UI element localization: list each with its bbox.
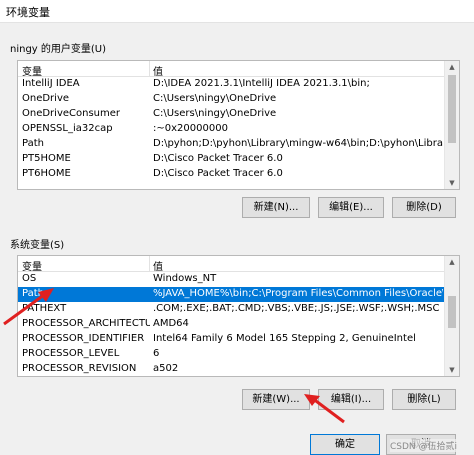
column-separator[interactable] (149, 61, 150, 76)
user-vars-col-variable[interactable]: 变量 (22, 63, 42, 78)
variable-value: 6 (153, 348, 160, 359)
scroll-thumb[interactable] (448, 75, 456, 143)
ok-button[interactable]: 确定 (310, 434, 380, 455)
table-row[interactable]: PT5HOME D:\Cisco Packet Tracer 6.0 (18, 152, 459, 167)
scroll-up-icon[interactable]: ▲ (445, 256, 459, 268)
variable-name: Path (22, 138, 44, 149)
variable-name: OneDrive (22, 93, 70, 104)
system-delete-button[interactable]: 删除(L) (392, 389, 456, 410)
variable-name: PROCESSOR_REVISION (22, 363, 137, 374)
watermark: CSDN @伍拾贰i (390, 439, 458, 452)
user-vars-scrollbar[interactable]: ▲ ▼ (444, 61, 459, 189)
table-row[interactable]: OS Windows_NT (18, 272, 459, 287)
variable-name: OPENSSL_ia32cap (22, 123, 113, 134)
window-title: 环境变量 (6, 6, 50, 19)
table-row-selected[interactable]: Path %JAVA_HOME%\bin;C:\Program Files\Co… (18, 287, 459, 302)
annotation-arrow-icon (304, 394, 345, 424)
table-row[interactable]: PROCESSOR_IDENTIFIER Intel64 Family 6 Mo… (18, 332, 459, 347)
table-row[interactable]: PT6HOME D:\Cisco Packet Tracer 6.0 (18, 167, 459, 182)
variable-name: PROCESSOR_IDENTIFIER (22, 333, 145, 344)
system-vars-list[interactable]: 变量 值 OS Windows_NT Path %JAVA_HOME%\bin;… (17, 255, 460, 377)
scroll-up-icon[interactable]: ▲ (445, 61, 459, 73)
variable-value: D:\pyhon;D:\pyhon\Library\mingw-w64\bin;… (153, 138, 443, 149)
variable-name: PT5HOME (22, 153, 71, 164)
variable-value: D:\Cisco Packet Tracer 6.0 (153, 168, 283, 179)
system-vars-label: 系统变量(S) (10, 240, 65, 251)
user-vars-label: ningy 的用户变量(U) (10, 44, 107, 55)
table-row[interactable]: OneDrive C:\Users\ningy\OneDrive (18, 92, 459, 107)
system-vars-col-variable[interactable]: 变量 (22, 258, 42, 273)
variable-value: D:\IDEA 2021.3.1\IntelliJ IDEA 2021.3.1\… (153, 78, 370, 89)
scroll-down-icon[interactable]: ▼ (445, 177, 459, 189)
user-edit-button[interactable]: 编辑(E)... (318, 197, 384, 218)
user-vars-list[interactable]: 变量 值 IntelliJ IDEA D:\IDEA 2021.3.1\Inte… (17, 60, 460, 190)
variable-value: C:\Users\ningy\OneDrive (153, 108, 277, 119)
table-row[interactable]: PROCESSOR_ARCHITECTURE AMD64 (18, 317, 459, 332)
table-row[interactable]: IntelliJ IDEA D:\IDEA 2021.3.1\IntelliJ … (18, 77, 459, 92)
column-separator[interactable] (149, 256, 150, 271)
user-delete-button[interactable]: 删除(D) (392, 197, 456, 218)
variable-name: PT6HOME (22, 168, 71, 179)
annotation-arrow-icon (3, 288, 54, 326)
variable-name: PROCESSOR_LEVEL (22, 348, 120, 359)
variable-value: Windows_NT (153, 273, 217, 284)
table-row[interactable]: OneDriveConsumer C:\Users\ningy\OneDrive (18, 107, 459, 122)
window-titlebar: 环境变量 (0, 0, 474, 23)
system-vars-col-value[interactable]: 值 (153, 258, 163, 273)
system-vars-header: 变量 值 (18, 256, 459, 273)
table-row[interactable]: OPENSSL_ia32cap :~0x20000000 (18, 122, 459, 137)
user-new-button[interactable]: 新建(N)... (242, 197, 310, 218)
variable-name: OneDriveConsumer (22, 108, 121, 119)
variable-value: %JAVA_HOME%\bin;C:\Program Files\Common … (153, 288, 443, 299)
variable-value: :~0x20000000 (153, 123, 228, 134)
system-vars-scrollbar[interactable]: ▲ ▼ (444, 256, 459, 376)
scroll-thumb[interactable] (448, 296, 456, 328)
variable-value: Intel64 Family 6 Model 165 Stepping 2, G… (153, 333, 416, 344)
user-vars-col-value[interactable]: 值 (153, 63, 163, 78)
scroll-down-icon[interactable]: ▼ (445, 364, 459, 376)
user-vars-header: 变量 值 (18, 61, 459, 78)
variable-name: IntelliJ IDEA (22, 78, 80, 89)
table-row[interactable]: PATHEXT .COM;.EXE;.BAT;.CMD;.VBS;.VBE;.J… (18, 302, 459, 317)
table-row[interactable]: PROCESSOR_REVISION a502 (18, 362, 459, 376)
variable-value: D:\Cisco Packet Tracer 6.0 (153, 153, 283, 164)
variable-value: a502 (153, 363, 179, 374)
variable-value: .COM;.EXE;.BAT;.CMD;.VBS;.VBE;.JS;.JSE;.… (153, 303, 440, 314)
table-row[interactable]: PROCESSOR_LEVEL 6 (18, 347, 459, 362)
variable-value: AMD64 (153, 318, 189, 329)
variable-value: C:\Users\ningy\OneDrive (153, 93, 277, 104)
table-row[interactable]: Path D:\pyhon;D:\pyhon\Library\mingw-w64… (18, 137, 459, 152)
